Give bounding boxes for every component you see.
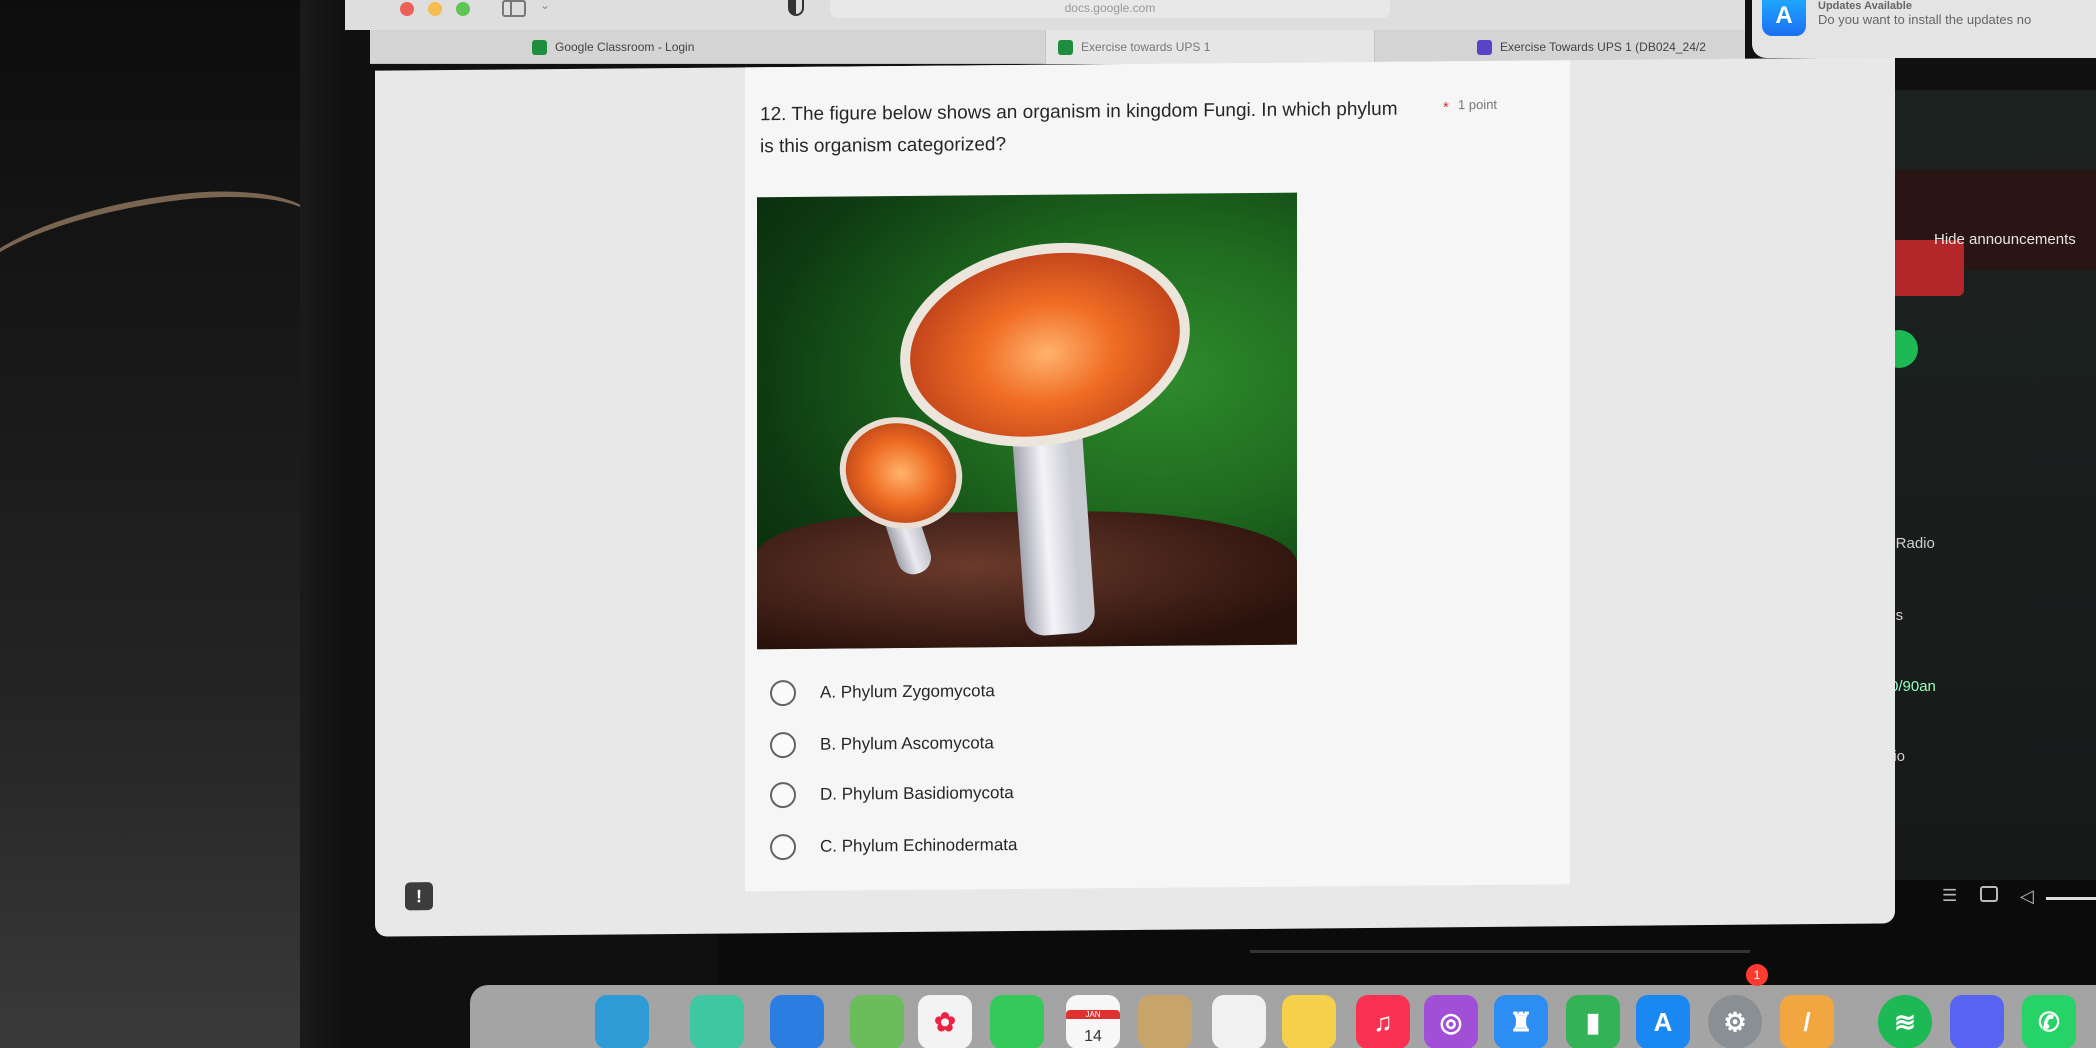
photos-icon[interactable]: ✿ [918,995,972,1048]
desk-background [0,0,340,1048]
mushroom-image [757,192,1297,650]
forms-icon [1477,39,1492,55]
chevron-down-icon[interactable]: ⌄ [540,0,550,12]
radio-button[interactable] [770,731,796,759]
finder-icon[interactable] [595,995,649,1048]
notification-body: Do you want to install the updates no [1818,12,2032,27]
contacts-icon[interactable] [1138,995,1192,1048]
pages-icon[interactable]: / [1780,995,1834,1048]
sidebar-toggle-icon[interactable] [502,0,526,17]
spotify-dock-icon[interactable]: ≋ [1878,995,1932,1048]
tab-exercise-ups[interactable]: Exercise towards UPS 1 [1045,30,1375,64]
settings-badge: 1 [1746,964,1768,986]
question-text: 12. The figure below shows an organism i… [760,98,1398,158]
option-d[interactable]: D. Phylum Basidiomycota [770,777,1014,811]
hide-announcements-link[interactable]: Hide announcements [1934,231,2076,248]
radio-button[interactable] [770,679,796,707]
volume-icon[interactable]: ◁ [2020,886,2034,907]
google-form-page: 12. The figure below shows an organism i… [375,57,1895,937]
notification-title: Updates Available [1818,0,1912,12]
radio-button[interactable] [770,781,796,809]
music-icon[interactable]: ♫ [1356,995,1410,1048]
media-timeline[interactable] [1250,950,1750,953]
discord-icon[interactable] [1950,995,2004,1048]
tab-bar: Google Classroom - Login Exercise toward… [370,30,1745,64]
close-window-button[interactable] [400,2,414,16]
classroom-icon [532,39,547,55]
calendar-month: JAN [1066,1010,1120,1019]
background-text: 0/90an [1890,678,1936,695]
option-label: D. Phylum Basidiomycota [820,783,1014,804]
address-text: docs.google.com [1064,1,1156,15]
help-button[interactable]: ! [405,882,433,911]
podcasts-icon[interactable]: ◎ [1424,995,1478,1048]
facetime-icon[interactable] [990,995,1044,1048]
minimize-window-button[interactable] [428,2,442,16]
notes-icon[interactable] [1282,995,1336,1048]
tv-icon[interactable]: ♜ [1494,995,1548,1048]
privacy-shield-icon[interactable] [788,0,804,16]
option-label: B. Phylum Ascomycota [820,733,994,754]
option-label: A. Phylum Zygomycota [820,681,995,702]
tab-label: Exercise Towards UPS 1 (DB024_24/2 [1500,40,1706,54]
picture-in-picture-icon[interactable] [1980,886,1998,902]
app-store-dock-icon[interactable]: A [1636,995,1690,1048]
tab-label: Google Classroom - Login [555,40,695,54]
zoom-window-button[interactable] [456,2,470,16]
playlist-icon[interactable]: ☰ [1942,886,1957,906]
tab-google-classroom[interactable]: Google Classroom - Login [520,30,960,64]
option-c[interactable]: C. Phylum Echinodermata [770,829,1017,863]
address-bar[interactable]: docs.google.com [830,0,1390,18]
messages-icon[interactable] [690,995,744,1048]
numbers-icon[interactable]: ▮ [1566,995,1620,1048]
settings-icon[interactable]: ⚙ [1708,995,1762,1048]
update-notification[interactable]: A Updates Available Do you want to insta… [1752,0,2096,58]
calendar-day: 14 [1084,1028,1102,1045]
background-app-window [1862,90,2096,930]
classroom-icon [1058,39,1073,55]
whatsapp-icon[interactable]: ✆ [2022,995,2076,1048]
option-a[interactable]: A. Phylum Zygomycota [770,675,995,709]
mail-icon[interactable] [770,995,824,1048]
reminders-icon[interactable] [1212,995,1266,1048]
maps-icon[interactable] [850,995,904,1048]
points-label: 1 point [1458,96,1498,113]
option-label: C. Phylum Echinodermata [820,835,1018,856]
radio-button[interactable] [770,833,796,861]
option-b[interactable]: B. Phylum Ascomycota [770,727,994,761]
tab-label: Exercise towards UPS 1 [1081,40,1211,54]
required-mark: * [1443,99,1449,117]
app-store-icon: A [1762,0,1806,36]
volume-slider[interactable] [2046,897,2096,900]
